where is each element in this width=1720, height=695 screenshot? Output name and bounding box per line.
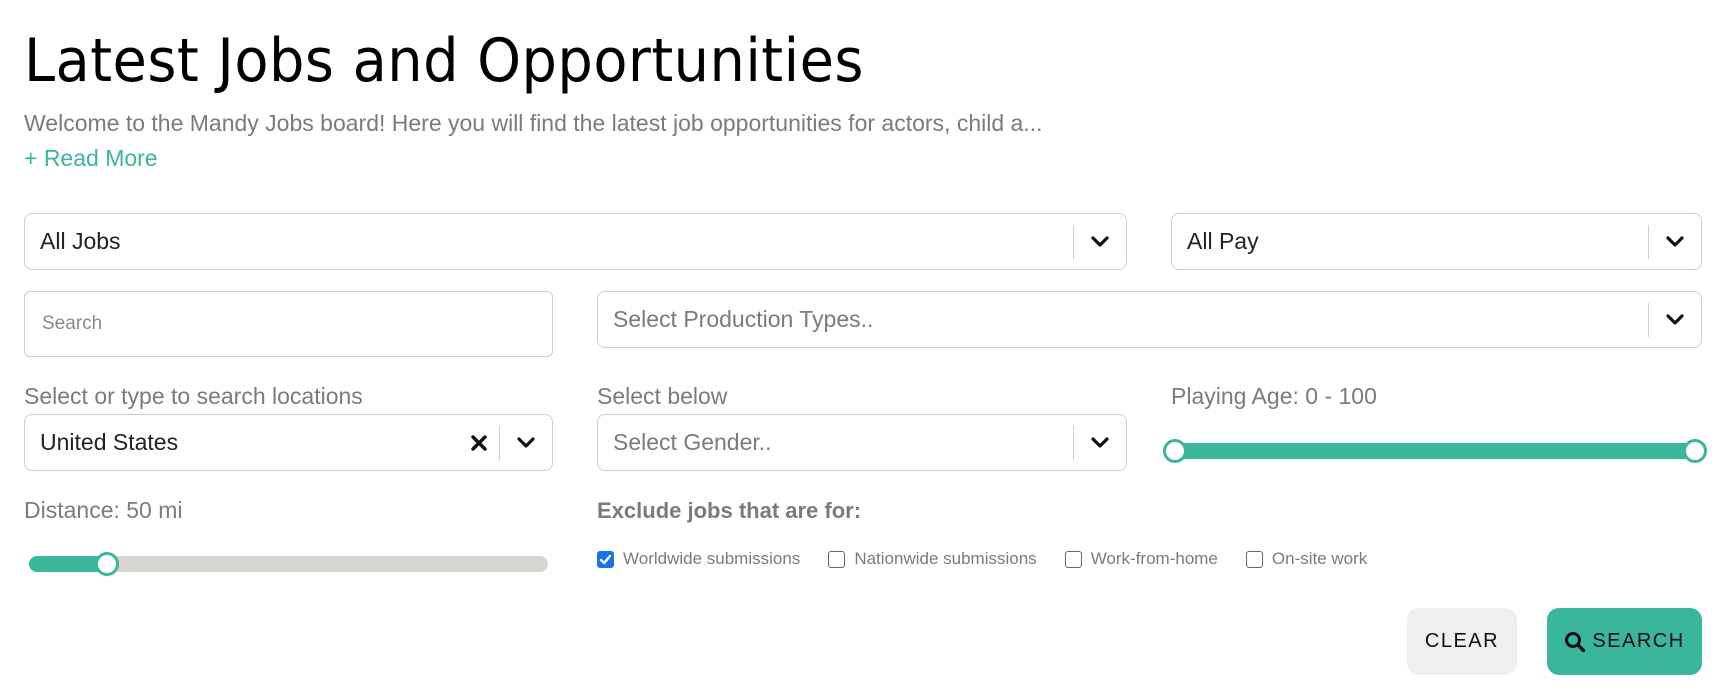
production-types-placeholder: Select Production Types.. xyxy=(613,306,874,332)
checkbox[interactable] xyxy=(828,550,846,568)
page-title: Latest Jobs and Opportunities xyxy=(24,26,864,96)
gender-select[interactable]: Select Gender.. xyxy=(597,414,1127,471)
chevron-down-icon[interactable] xyxy=(1074,214,1126,269)
playing-age-max-handle[interactable] xyxy=(1683,439,1707,463)
gender-placeholder: Select Gender.. xyxy=(613,429,772,455)
checkbox-label: Worldwide submissions xyxy=(623,549,801,568)
chevron-down-icon[interactable] xyxy=(500,415,552,470)
checkbox-label: Work-from-home xyxy=(1090,549,1218,568)
playing-age-fill xyxy=(1175,443,1695,459)
exclude-heading: Exclude jobs that are for: xyxy=(597,498,862,523)
exclude-work-from-home-checkbox[interactable]: Work-from-home xyxy=(1064,549,1218,569)
clear-button[interactable]: CLEAR xyxy=(1407,608,1517,675)
search-icon xyxy=(1565,631,1586,652)
location-select[interactable]: United States xyxy=(24,414,553,471)
distance-label: Distance: 50 mi xyxy=(24,497,183,523)
gender-label: Select below xyxy=(597,383,728,409)
checkbox-label: On-site work xyxy=(1271,549,1368,568)
checkbox-label: Nationwide submissions xyxy=(854,549,1037,568)
distance-handle[interactable] xyxy=(94,552,119,576)
checkbox[interactable] xyxy=(1245,550,1263,568)
location-value: United States xyxy=(40,429,179,455)
read-more-link[interactable]: + Read More xyxy=(24,145,158,172)
search-input[interactable] xyxy=(24,291,553,357)
location-label: Select or type to search locations xyxy=(24,383,363,409)
production-types-select[interactable]: Select Production Types.. xyxy=(597,291,1702,348)
distance-slider[interactable] xyxy=(29,552,548,576)
checkbox[interactable] xyxy=(597,550,614,568)
pay-select[interactable]: All Pay xyxy=(1171,213,1702,270)
job-type-select[interactable]: All Jobs xyxy=(24,213,1127,270)
exclude-worldwide-checkbox[interactable]: Worldwide submissions xyxy=(597,549,800,569)
intro-text: Welcome to the Mandy Jobs board! Here yo… xyxy=(24,110,1043,136)
close-icon[interactable] xyxy=(459,415,499,470)
exclude-on-site-checkbox[interactable]: On-site work xyxy=(1245,549,1368,569)
playing-age-min-handle[interactable] xyxy=(1163,439,1187,463)
chevron-down-icon[interactable] xyxy=(1649,214,1701,269)
playing-age-label: Playing Age: 0 - 100 xyxy=(1171,383,1377,409)
exclude-options: Worldwide submissions Nationwide submiss… xyxy=(597,549,1395,569)
job-type-value: All Jobs xyxy=(40,228,121,254)
search-button[interactable]: SEARCH xyxy=(1547,608,1702,675)
playing-age-slider[interactable] xyxy=(1163,439,1707,463)
search-button-label: SEARCH xyxy=(1592,630,1685,652)
checkbox[interactable] xyxy=(1064,550,1082,568)
pay-value: All Pay xyxy=(1187,228,1259,254)
clear-button-label: CLEAR xyxy=(1424,630,1500,652)
exclude-nationwide-checkbox[interactable]: Nationwide submissions xyxy=(828,549,1037,569)
chevron-down-icon[interactable] xyxy=(1074,415,1126,470)
chevron-down-icon[interactable] xyxy=(1649,292,1701,347)
